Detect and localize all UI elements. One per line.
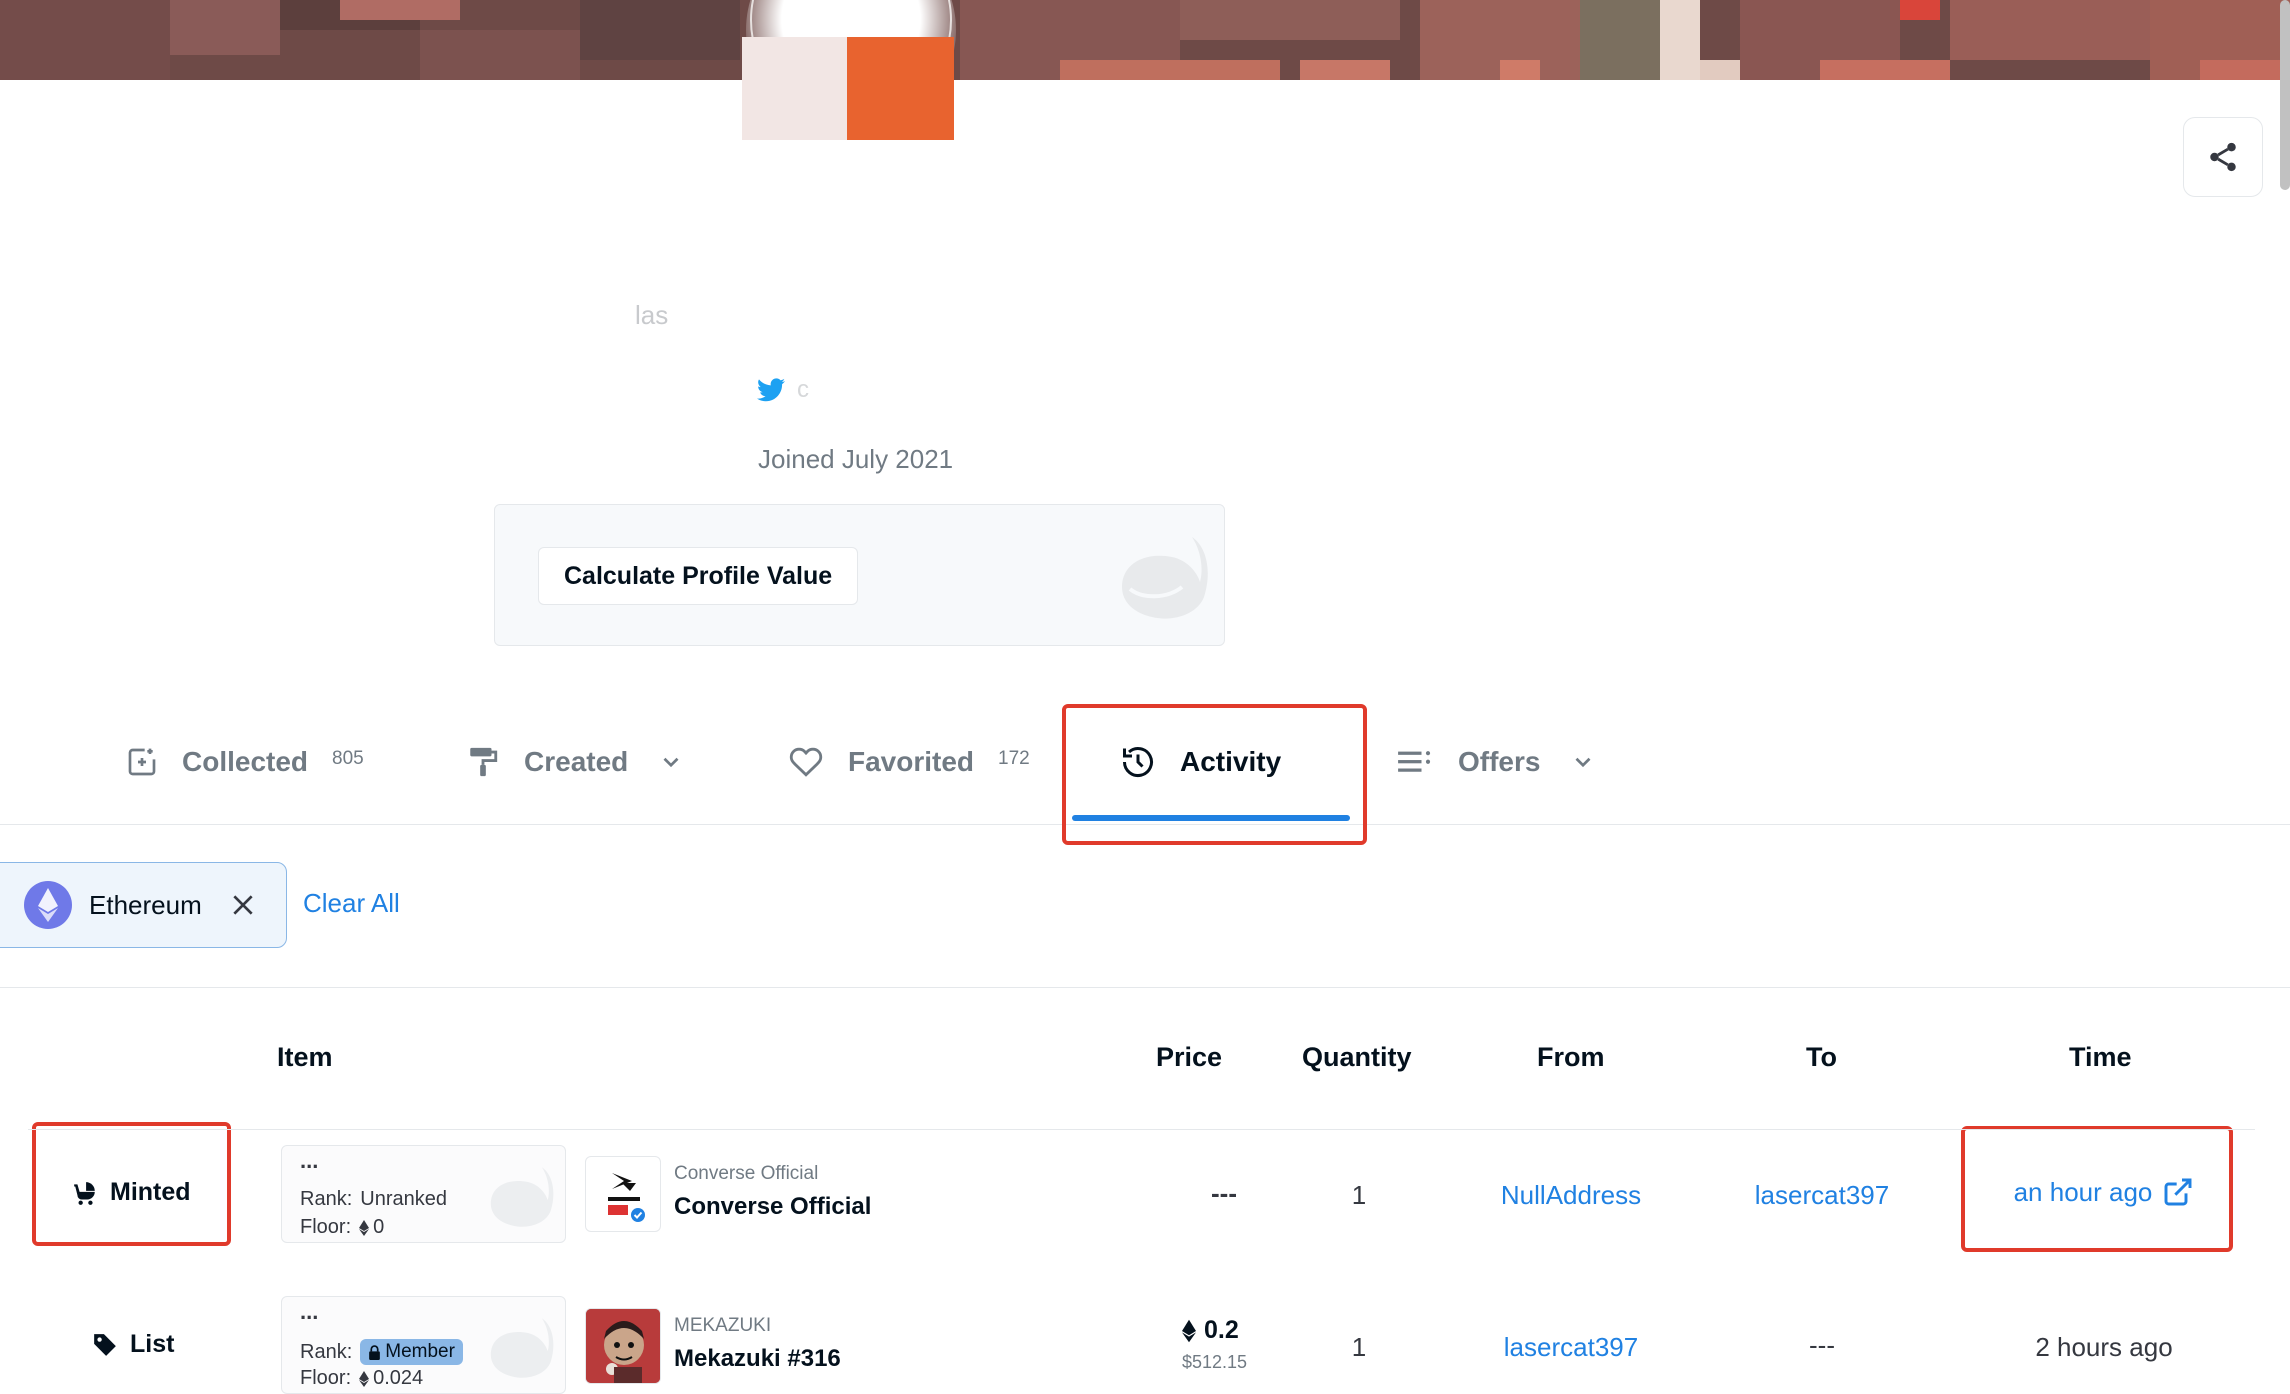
list-icon <box>1398 751 1431 772</box>
event-label: Minted <box>110 1178 191 1206</box>
column-header-from: From <box>1537 1042 1605 1072</box>
share-button[interactable] <box>2183 117 2263 197</box>
rank-value: Member <box>385 1341 455 1362</box>
tab-collected-label: Collected <box>182 746 309 777</box>
tab-offers-label: Offers <box>1458 746 1541 777</box>
highlight-activity-tab <box>1062 704 1367 845</box>
mekazuki-artwork-icon <box>586 1309 660 1383</box>
nft-thumbnail[interactable] <box>585 1156 661 1232</box>
column-header-item: Item <box>277 1042 333 1072</box>
floor-value: 0.024 <box>373 1367 424 1389</box>
from-address-link[interactable]: NullAddress <box>1481 1180 1661 1211</box>
floor-label: Floor: <box>300 1367 352 1389</box>
tab-collected-count: 805 <box>332 748 364 769</box>
profile-banner <box>0 0 2290 80</box>
to-address-empty: --- <box>1809 1330 1835 1360</box>
page-scrollbar[interactable] <box>2280 0 2290 190</box>
time-value: an hour ago <box>2013 1176 2153 1207</box>
whale-icon <box>490 1318 554 1378</box>
tab-offers[interactable]: Offers <box>1398 700 1596 824</box>
event-label: List <box>130 1330 175 1358</box>
item-name[interactable]: Converse Official <box>674 1193 871 1221</box>
from-address-link[interactable]: lasercat397 <box>1481 1332 1661 1363</box>
tab-created-label: Created <box>524 746 629 777</box>
heart-icon <box>789 747 823 777</box>
column-header-price: Price <box>1156 1042 1223 1072</box>
ethereum-icon <box>1182 1319 1196 1342</box>
rank-label: Rank: <box>300 1188 353 1210</box>
tab-favorited-count: 172 <box>998 748 1030 769</box>
chevron-down-icon <box>663 757 679 768</box>
time-link[interactable]: an hour ago <box>2004 1176 2204 1208</box>
item-name[interactable]: Mekazuki #316 <box>674 1345 841 1373</box>
rank-card[interactable]: ... Rank: Member Floor: 0.024 <box>281 1296 566 1394</box>
ethereum-icon <box>24 881 72 929</box>
more-dots: ... <box>300 1148 319 1173</box>
twitter-icon <box>757 378 785 402</box>
stroller-icon <box>74 1181 95 1205</box>
column-header-to: To <box>1806 1042 1837 1072</box>
profile-username: las <box>635 300 669 330</box>
clear-all-link[interactable]: Clear All <box>303 888 400 919</box>
filter-divider <box>0 987 2290 988</box>
event-type: List <box>92 1330 174 1359</box>
header-divider <box>28 1129 2255 1130</box>
collection-name[interactable]: MEKAZUKI <box>674 1315 771 1337</box>
ethereum-icon <box>359 1219 370 1236</box>
rank-card[interactable]: ... Rank: Unranked Floor: 0 <box>281 1145 566 1243</box>
floor-value: 0 <box>373 1216 385 1238</box>
ethereum-icon <box>359 1370 370 1387</box>
column-header-time: Time <box>2069 1042 2132 1072</box>
tab-favorited[interactable]: Favorited 172 <box>788 700 1030 824</box>
profile-value-card: Calculate Profile Value <box>494 504 1225 646</box>
quantity-value: 1 <box>1351 1332 1367 1362</box>
close-icon[interactable] <box>230 892 256 918</box>
quantity-value: 1 <box>1351 1180 1367 1210</box>
nft-thumbnail[interactable] <box>585 1308 661 1384</box>
floor-value-wrap: 0 <box>359 1216 384 1239</box>
tab-favorited-label: Favorited <box>848 746 975 777</box>
lock-icon <box>369 1344 381 1360</box>
rank-value: Unranked <box>360 1188 447 1210</box>
whale-icon <box>1122 537 1208 619</box>
collected-icon <box>128 748 156 776</box>
price-eth: 0.2 <box>1204 1316 1239 1344</box>
price-value: --- <box>1211 1178 1237 1208</box>
column-header-quantity: Quantity <box>1302 1042 1412 1072</box>
collection-name[interactable]: Converse Official <box>674 1163 818 1185</box>
profile-avatar[interactable] <box>741 0 961 140</box>
price-usd: $512.15 <box>1182 1352 1248 1372</box>
more-dots: ... <box>300 1299 319 1324</box>
twitter-link[interactable]: c <box>757 376 809 404</box>
member-badge: Member <box>360 1339 463 1365</box>
filter-chip-label: Ethereum <box>89 889 202 920</box>
floor-label: Floor: <box>300 1216 352 1238</box>
calculate-profile-value-button[interactable]: Calculate Profile Value <box>538 547 859 605</box>
event-type: Minted <box>72 1178 191 1207</box>
twitter-handle: c <box>797 376 809 403</box>
to-address-link[interactable]: lasercat397 <box>1732 1180 1912 1211</box>
external-link-icon <box>2164 1178 2192 1206</box>
joined-date: Joined July 2021 <box>758 444 954 474</box>
chevron-down-icon <box>1576 757 1591 768</box>
tag-icon <box>94 1333 116 1356</box>
rank-label: Rank: <box>300 1340 353 1363</box>
floor-value-wrap: 0.024 <box>359 1367 423 1390</box>
time-value: 2 hours ago <box>2035 1332 2173 1362</box>
tab-created[interactable]: Created <box>466 700 684 824</box>
share-icon <box>2210 142 2236 172</box>
whale-icon <box>490 1167 554 1227</box>
tab-collected[interactable]: Collected 805 <box>126 700 364 824</box>
price-value: 0.2 <box>1182 1316 1239 1345</box>
converse-logo-icon <box>608 1173 645 1222</box>
filter-chip-ethereum[interactable]: Ethereum <box>0 862 287 948</box>
paint-roller-icon <box>470 747 498 777</box>
